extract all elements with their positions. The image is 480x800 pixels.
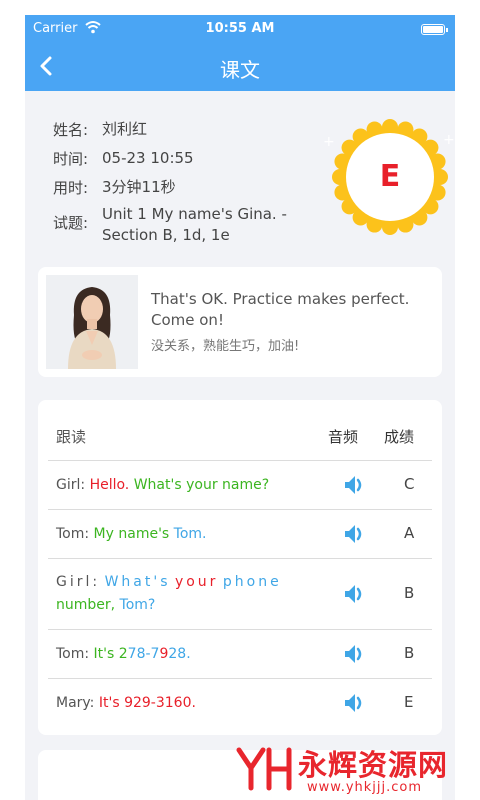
table-header: 跟读 音频 成绩: [38, 400, 442, 460]
name-value: 刘利红: [102, 120, 148, 138]
sentence-part: My name's: [93, 526, 170, 542]
sentence-part: 28.: [168, 646, 191, 662]
time-label: 时间:: [53, 150, 89, 168]
sentence-text: Mary: It's 929-3160.: [56, 692, 306, 715]
watermark-text: 永辉资源网: [298, 748, 449, 782]
sentence-part: 78-7: [127, 646, 160, 662]
feedback-english: That's OK. Practice makes perfect. Come …: [151, 290, 410, 329]
sparkle-icon: +: [443, 132, 455, 148]
watermark-url: www.yhkjjj.com: [307, 780, 423, 795]
duration-label: 用时:: [53, 179, 89, 197]
teacher-avatar: [46, 275, 138, 369]
status-time: 10:55 AM: [205, 21, 275, 36]
speaker-label: Tom:: [56, 526, 90, 542]
header-score: 成绩: [384, 428, 415, 446]
page-title: 课文: [220, 58, 260, 82]
sentence-part: Hello.: [89, 477, 130, 493]
sentence-part: Tom?: [119, 597, 156, 613]
speaker-label: Girl:: [56, 574, 101, 590]
test-value-line2: Section B, 1d, 1e: [102, 226, 230, 244]
speaker-label: Mary:: [56, 695, 95, 711]
grade-badge: E + +: [323, 118, 455, 236]
header-read: 跟读: [56, 428, 87, 446]
duration-value: 3分钟11秒: [102, 178, 176, 196]
sentence-part: It's 929-3160.: [98, 695, 196, 711]
table-row: Tom: My name's Tom. A: [48, 509, 432, 558]
sentence-part: What's: [104, 574, 171, 590]
score-value: E: [404, 693, 414, 711]
time-value: 05-23 10:55: [102, 149, 194, 167]
feedback-chinese: 没关系，熟能生巧，加油!: [151, 339, 300, 354]
nav-bar: 课文: [25, 43, 455, 91]
score-value: A: [404, 524, 415, 542]
sentence-part: What's your name?: [133, 477, 270, 493]
feedback-card: That's OK. Practice makes perfect. Come …: [38, 267, 442, 377]
test-value: Unit 1 My name's Gina. - Section B, 1d, …: [102, 204, 287, 246]
sparkle-icon: +: [323, 134, 335, 150]
sentence-part: phone: [222, 574, 282, 590]
speaker-icon[interactable]: [341, 521, 367, 547]
app-screen: Carrier 10:55 AM 课文 姓名: 刘利红 时间: 05-23 10…: [25, 15, 455, 800]
follow-read-table: 跟读 音频 成绩 Girl: Hello. What's your name? …: [38, 400, 442, 735]
sentence-part: your: [174, 574, 219, 590]
sentence-part: Tom.: [173, 526, 207, 542]
table-row: Tom: It's 278-7928. B: [48, 629, 432, 678]
battery-icon: [421, 24, 448, 35]
score-value: B: [404, 584, 415, 602]
name-label: 姓名:: [53, 121, 89, 139]
speaker-icon[interactable]: [341, 472, 367, 498]
sentence-text: Girl: Hello. What's your name?: [56, 474, 306, 497]
sentence-text: Girl: What's your phone number, Tom?: [56, 571, 306, 617]
info-row-test: 试题: Unit 1 My name's Gina. - Section B, …: [53, 204, 287, 246]
header-audio: 音频: [328, 428, 359, 446]
info-row-name: 姓名: 刘利红: [53, 119, 147, 140]
speaker-icon[interactable]: [341, 581, 367, 607]
speaker-label: Girl:: [56, 477, 86, 493]
info-row-duration: 用时: 3分钟11秒: [53, 177, 176, 198]
sentence-part: number,: [56, 597, 116, 613]
speaker-icon[interactable]: [341, 690, 367, 716]
site-watermark: 永辉资源网 www.yhkjjj.com: [235, 740, 480, 800]
table-row: Mary: It's 929-3160. E: [48, 678, 432, 727]
score-value: C: [404, 475, 415, 493]
info-row-time: 时间: 05-23 10:55: [53, 148, 194, 169]
sentence-part: It's 2: [93, 646, 128, 662]
test-value-line1: Unit 1 My name's Gina. -: [102, 205, 287, 223]
status-bar: Carrier 10:55 AM: [25, 15, 455, 43]
yh-logo-icon: [236, 747, 292, 791]
sentence-text: Tom: It's 278-7928.: [56, 643, 306, 666]
speaker-label: Tom:: [56, 646, 90, 662]
test-label: 试题:: [53, 214, 89, 232]
score-value: B: [404, 644, 415, 662]
table-row: Girl: What's your phone number, Tom? B: [48, 558, 432, 629]
speaker-icon[interactable]: [341, 641, 367, 667]
sentence-text: Tom: My name's Tom.: [56, 523, 306, 546]
grade-letter: E: [379, 159, 401, 194]
table-row: Girl: Hello. What's your name? C: [48, 460, 432, 509]
